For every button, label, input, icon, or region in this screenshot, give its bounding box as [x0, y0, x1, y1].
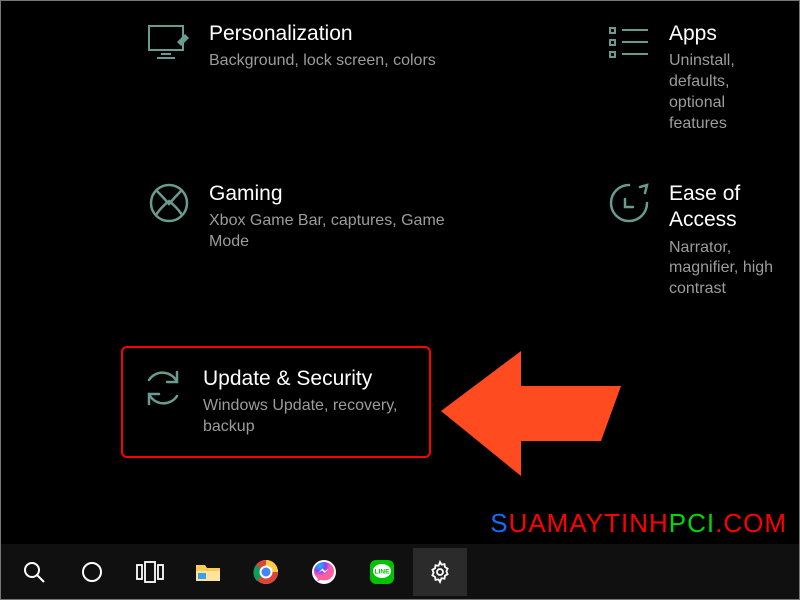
tile-desc: Xbox Game Bar, captures, Game Mode: [209, 211, 461, 253]
update-icon: [141, 366, 185, 410]
taskbar-messenger-button[interactable]: [297, 548, 351, 596]
tile-title: Update & Security: [203, 366, 411, 392]
taskbar-file-explorer-button[interactable]: [181, 548, 235, 596]
tile-desc: Uninstall, defaults, optional features: [669, 51, 781, 134]
tile-title: Apps: [669, 21, 781, 47]
svg-text:LINE: LINE: [375, 568, 390, 575]
settings-tile-apps[interactable]: Apps Uninstall, defaults, optional featu…: [589, 9, 799, 146]
settings-tile-gaming[interactable]: Gaming Xbox Game Bar, captures, Game Mod…: [129, 169, 479, 265]
taskbar-cortana-button[interactable]: [65, 548, 119, 596]
xbox-icon: [147, 181, 191, 225]
tile-title: Personalization: [209, 21, 436, 47]
tile-desc: Narrator, magnifier, high contrast: [669, 238, 781, 300]
ease-of-access-icon: [607, 181, 651, 225]
tile-title: Ease of Access: [669, 181, 781, 234]
tile-title: Gaming: [209, 181, 461, 207]
taskbar: LINE: [1, 544, 799, 599]
apps-icon: [607, 21, 651, 65]
taskbar-line-button[interactable]: LINE: [355, 548, 409, 596]
tile-desc: Windows Update, recovery, backup: [203, 396, 411, 438]
taskbar-taskview-button[interactable]: [123, 548, 177, 596]
tile-desc: Background, lock screen, colors: [209, 51, 436, 72]
taskbar-search-button[interactable]: [7, 548, 61, 596]
settings-panel: Personalization Background, lock screen,…: [1, 1, 799, 544]
taskbar-settings-button[interactable]: [413, 548, 467, 596]
settings-tile-update-security[interactable]: Update & Security Windows Update, recove…: [121, 346, 431, 458]
settings-tile-personalization[interactable]: Personalization Background, lock screen,…: [129, 9, 479, 84]
personalization-icon: [147, 21, 191, 65]
taskbar-chrome-button[interactable]: [239, 548, 293, 596]
settings-tile-ease-of-access[interactable]: Ease of Access Narrator, magnifier, high…: [589, 169, 799, 312]
